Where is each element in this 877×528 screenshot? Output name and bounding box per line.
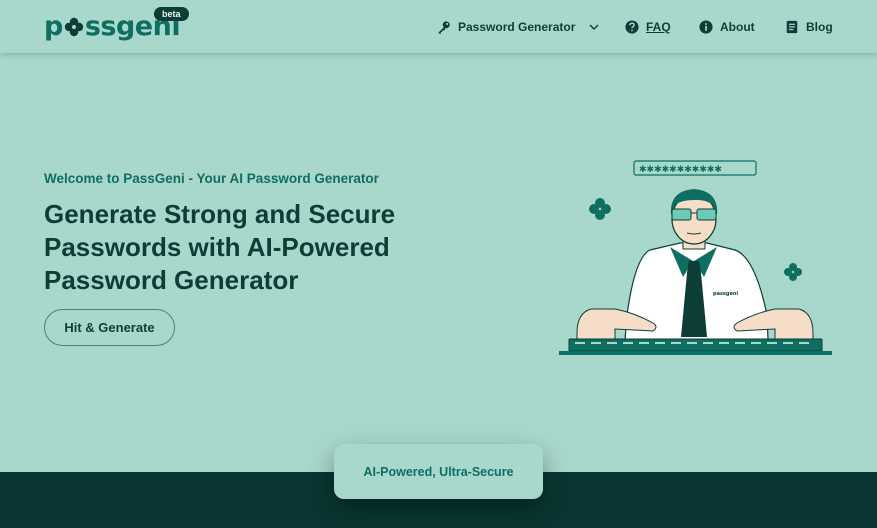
beta-badge: beta	[154, 7, 189, 21]
hacker-typing-illustration: ✱✱✱✱✱✱✱✱✱✱✱ passgeni	[559, 160, 832, 355]
nav-about[interactable]: About	[699, 0, 755, 53]
site-header: p ssgeni beta Password Generator FAQ Abo…	[0, 0, 877, 53]
logo-text-start: p	[44, 11, 63, 42]
nav-blog-label: Blog	[806, 19, 833, 34]
nav-about-label: About	[720, 19, 755, 34]
nav-faq[interactable]: FAQ	[625, 0, 671, 53]
shirt-logo-text: passgeni	[713, 291, 738, 297]
hit-generate-button[interactable]: Hit & Generate	[44, 309, 175, 346]
nav-blog[interactable]: Blog	[785, 0, 833, 53]
keyboard-graphic	[559, 338, 832, 355]
hero-headline-line: Generate Strong and Secure	[44, 199, 396, 229]
password-mask-text: ✱✱✱✱✱✱✱✱✱✱✱	[639, 165, 722, 175]
key-icon	[438, 20, 450, 34]
info-circle-icon	[699, 19, 713, 34]
hero-headline: Generate Strong and Secure Passwords wit…	[44, 198, 464, 297]
document-icon	[786, 20, 798, 33]
feature-badge: AI-Powered, Ultra-Secure	[334, 444, 543, 499]
hero-headline-line: Password Generator	[44, 265, 299, 295]
welcome-subtitle: Welcome to PassGeni - Your AI Password G…	[44, 171, 379, 186]
nav-password-generator-label: Password Generator	[458, 19, 576, 34]
clover-icon	[64, 17, 84, 37]
chevron-down-icon[interactable]	[589, 22, 599, 32]
nav-password-generator[interactable]: Password Generator	[437, 0, 606, 53]
password-field-graphic: ✱✱✱✱✱✱✱✱✱✱✱	[633, 160, 757, 176]
hero-headline-line: Passwords with AI-Powered	[44, 232, 390, 262]
nav-faq-label: FAQ	[646, 19, 671, 34]
clover-icon	[784, 263, 802, 281]
clover-icon	[589, 198, 611, 220]
passgeni-logo[interactable]: p ssgeni beta	[44, 7, 189, 42]
question-circle-icon	[625, 19, 639, 34]
